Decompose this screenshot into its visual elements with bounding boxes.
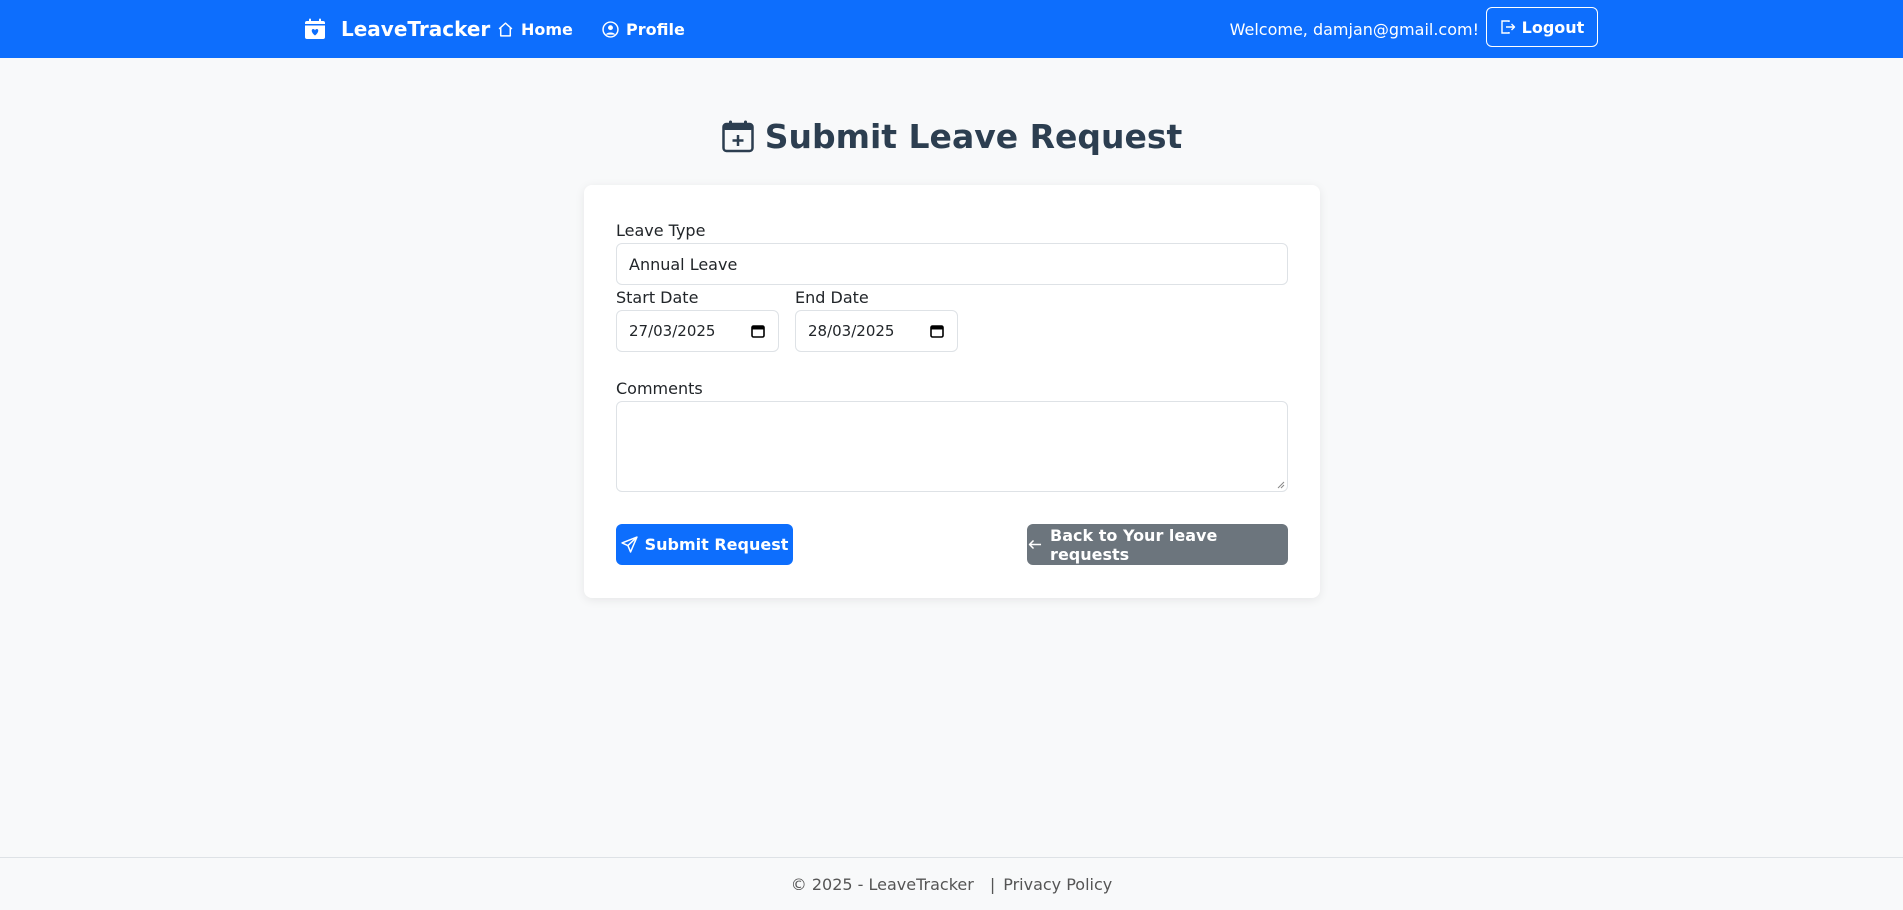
calendar-icon[interactable]	[929, 323, 945, 339]
start-date-label: Start Date	[616, 288, 699, 307]
comments-label: Comments	[616, 379, 703, 398]
calendar-icon[interactable]	[750, 323, 766, 339]
copyright-text: © 2025 - LeaveTracker	[790, 874, 974, 894]
resize-grip-icon[interactable]	[1277, 481, 1285, 489]
arrow-left-icon	[1028, 539, 1042, 550]
end-date-label: End Date	[795, 288, 869, 307]
privacy-policy-link[interactable]: Privacy Policy	[1003, 875, 1112, 894]
back-to-requests-button[interactable]: Back to Your leave requests	[1027, 524, 1288, 565]
brand-link[interactable]: LeaveTracker	[303, 0, 490, 58]
page-title: Submit Leave Request	[0, 112, 1903, 160]
calendar-plus-icon	[721, 120, 754, 153]
person-circle-icon	[602, 20, 619, 38]
top-navbar: LeaveTracker Home Profile Welcome, damja…	[0, 0, 1903, 58]
end-date-value: 28/03/2025	[808, 322, 895, 340]
logout-button[interactable]: Logout	[1486, 7, 1598, 47]
leave-type-select[interactable]: Annual Leave	[616, 243, 1288, 285]
box-arrow-right-icon	[1500, 20, 1515, 34]
footer: © 2025 - LeaveTracker | Privacy Policy	[0, 857, 1903, 910]
end-date-input[interactable]: 28/03/2025	[795, 310, 958, 352]
nav-profile-label: Profile	[626, 19, 685, 39]
nav-link-profile[interactable]: Profile	[602, 0, 685, 58]
footer-separator: |	[989, 874, 996, 894]
house-icon	[498, 21, 513, 37]
page-title-text: Submit Leave Request	[764, 116, 1183, 156]
nav-link-home[interactable]: Home	[497, 0, 573, 58]
back-to-requests-label: Back to Your leave requests	[1050, 525, 1218, 564]
leave-type-label: Leave Type	[616, 221, 706, 240]
logout-label: Logout	[1521, 17, 1585, 37]
leave-type-value: Annual Leave	[629, 254, 738, 274]
start-date-input[interactable]: 27/03/2025	[616, 310, 779, 352]
submit-request-button[interactable]: Submit Request	[616, 524, 793, 565]
nav-home-label: Home	[521, 19, 573, 39]
comments-textarea[interactable]	[616, 401, 1288, 492]
calendar-heart-icon	[305, 18, 325, 39]
submit-request-label: Submit Request	[644, 535, 789, 554]
welcome-text: Welcome, damjan@gmail.com!	[1229, 19, 1479, 39]
leave-request-form: Leave Type Annual Leave Start Date 27/03…	[584, 185, 1320, 598]
brand-name: LeaveTracker	[341, 17, 491, 41]
start-date-value: 27/03/2025	[629, 322, 716, 340]
send-icon	[620, 536, 638, 553]
